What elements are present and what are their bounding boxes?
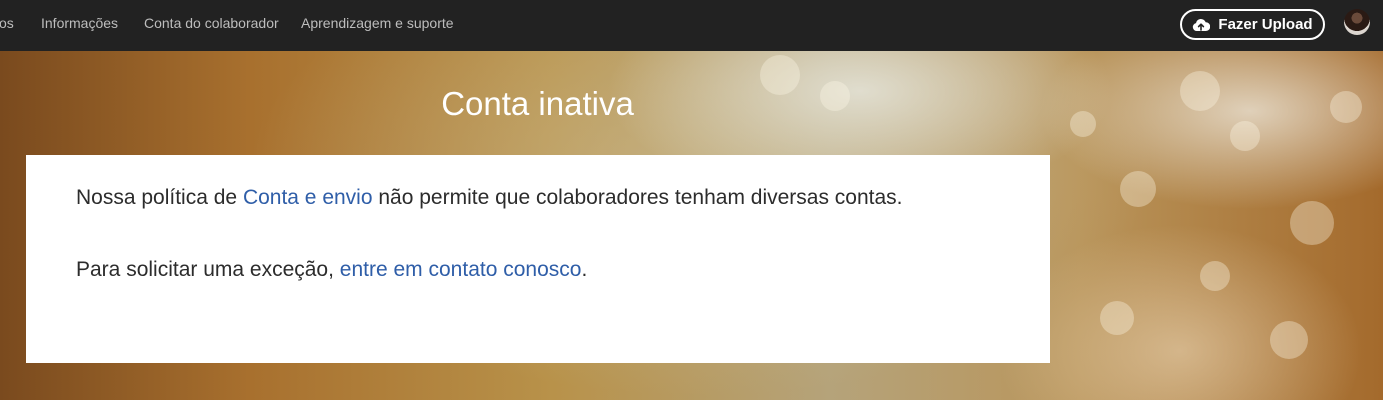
message-card: Nossa política de Conta e envio não perm…	[26, 155, 1050, 363]
bokeh-light	[1330, 91, 1362, 123]
exception-text-after: .	[581, 258, 588, 281]
bokeh-light	[1200, 261, 1230, 291]
bokeh-light	[1270, 321, 1308, 359]
policy-message: Nossa política de Conta e envio não perm…	[76, 186, 903, 210]
upload-button-label: Fazer Upload	[1218, 16, 1313, 33]
cloud-upload-icon	[1193, 18, 1211, 31]
policy-text-after: não permite que colaboradores tenham div…	[372, 186, 903, 209]
page-title: Conta inativa	[441, 85, 634, 122]
nav-item-informacoes[interactable]: Informações	[41, 0, 118, 51]
nav-item-conta-colaborador[interactable]: Conta do colaborador	[144, 0, 279, 51]
bokeh-light	[1230, 121, 1260, 151]
contact-link[interactable]: entre em contato conosco	[340, 258, 582, 281]
nav-item-aprendizagem-suporte[interactable]: Aprendizagem e suporte	[301, 0, 454, 51]
hero-banner: Conta inativa Nossa política de Conta e …	[0, 51, 1383, 400]
upload-button[interactable]: Fazer Upload	[1180, 9, 1325, 40]
policy-link[interactable]: Conta e envio	[243, 186, 373, 209]
top-navigation-bar: os Informações Conta do colaborador Apre…	[0, 0, 1383, 51]
exception-message: Para solicitar uma exceção, entre em con…	[76, 258, 587, 282]
bokeh-light	[1290, 201, 1334, 245]
exception-text-before: Para solicitar uma exceção,	[76, 258, 340, 281]
bokeh-light	[1120, 171, 1156, 207]
user-avatar[interactable]	[1344, 9, 1370, 35]
bokeh-light	[1180, 71, 1220, 111]
bokeh-light	[1100, 301, 1134, 335]
policy-text-before: Nossa política de	[76, 186, 243, 209]
nav-item-partial[interactable]: os	[0, 0, 14, 51]
